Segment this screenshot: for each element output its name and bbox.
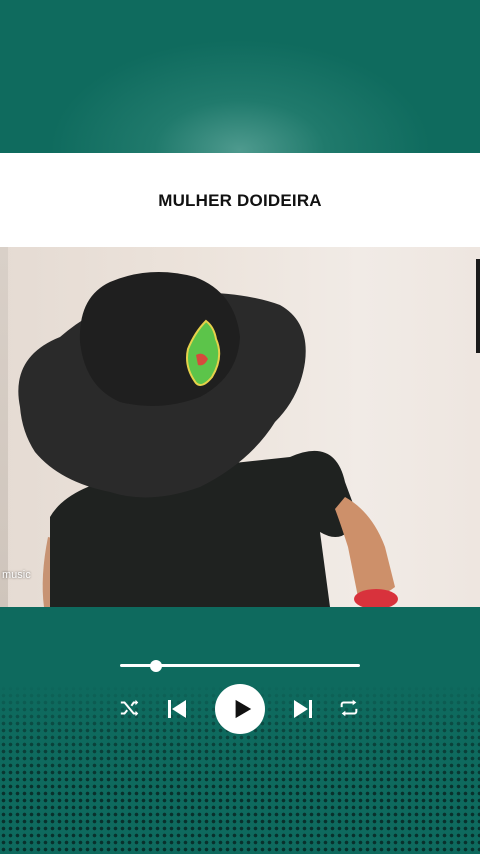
next-icon bbox=[294, 700, 312, 718]
play-icon bbox=[235, 699, 251, 719]
video-frame[interactable]: music bbox=[0, 247, 480, 607]
song-title: MULHER DOIDEIRA bbox=[158, 191, 322, 210]
right-arm bbox=[335, 497, 395, 598]
shuffle-button[interactable] bbox=[119, 697, 141, 719]
next-button[interactable] bbox=[291, 697, 315, 721]
progress-knob[interactable] bbox=[150, 660, 162, 672]
previous-icon bbox=[168, 700, 186, 718]
video-scene bbox=[18, 272, 398, 607]
repeat-icon bbox=[340, 699, 358, 717]
shuffle-icon bbox=[120, 699, 139, 717]
video-right-bar bbox=[476, 259, 480, 353]
repeat-button[interactable] bbox=[338, 697, 360, 719]
top-gradient-background bbox=[0, 0, 480, 153]
previous-button[interactable] bbox=[165, 697, 189, 721]
video-watermark: music bbox=[2, 569, 31, 581]
play-button[interactable] bbox=[215, 684, 265, 734]
title-banner: MULHER DOIDEIRA bbox=[0, 153, 480, 247]
